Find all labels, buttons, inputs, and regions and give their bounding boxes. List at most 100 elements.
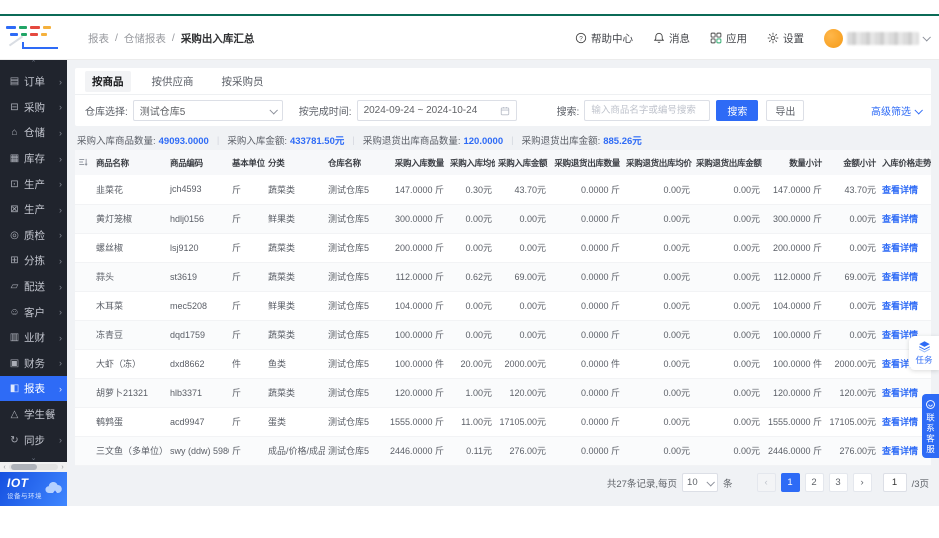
cell-return-out-amount: 0.00元 <box>693 378 763 407</box>
sidebar-item-student-meal[interactable]: △学生餐 <box>0 402 67 427</box>
page-button-1[interactable]: 1 <box>781 473 800 492</box>
cell-category: 鲜果类 <box>265 291 325 320</box>
sidebar-item-production[interactable]: ⊡生产› <box>0 172 67 197</box>
sidebar-item-sync[interactable]: ↻同步› <box>0 428 67 453</box>
app-logo[interactable] <box>0 16 80 60</box>
sidebar-item-purchase[interactable]: ⊟采购› <box>0 95 67 120</box>
cell-category: 成品/价格/成品 <box>265 436 325 465</box>
cell-purchase-in-qty: 100.0000 件 <box>383 349 447 378</box>
page-button-2[interactable]: 2 <box>805 473 824 492</box>
cell-amount-subtotal: 43.70元 <box>825 175 879 204</box>
sidebar-scroll-down-icon[interactable]: ⌄ <box>0 455 67 462</box>
sidebar-item-storage[interactable]: ⌂仓储› <box>0 120 67 145</box>
col-header-row-icon[interactable] <box>75 150 93 175</box>
page-jump-input[interactable] <box>883 473 907 492</box>
per-page-select[interactable]: 10 <box>682 473 718 492</box>
sidebar-item-delivery[interactable]: ▱配送› <box>0 274 67 299</box>
page-button-3[interactable]: 3 <box>829 473 848 492</box>
cell-return-out-avg-price: 0.00元 <box>623 378 693 407</box>
finance-icon: ▣ <box>9 358 20 369</box>
help-center-button[interactable]: ? 帮助中心 <box>575 31 633 46</box>
sync-icon: ↻ <box>9 435 20 446</box>
horizontal-scrollbar[interactable]: ‹ › <box>0 462 67 472</box>
warehouse-select[interactable]: 测试仓库5 <box>133 100 283 121</box>
cell-warehouse-name: 测试仓库5 <box>325 204 383 233</box>
cell-return-out-avg-price: 0.00元 <box>623 407 693 436</box>
cell-purchase-in-avg-price: 0.11元 <box>447 436 495 465</box>
breadcrumb-item[interactable]: 仓储报表 <box>124 31 166 46</box>
logo-dash <box>30 26 40 29</box>
sidebar-item-biz-finance[interactable]: ▥业财› <box>0 325 67 350</box>
date-range-value: 2024-09-24 ~ 2024-10-24 <box>364 105 478 116</box>
chevron-right-icon: › <box>59 256 62 266</box>
next-page-button[interactable]: › <box>853 473 872 492</box>
view-details-link[interactable]: 查看详情 <box>882 214 918 224</box>
view-details-link[interactable]: 查看详情 <box>882 417 918 427</box>
cell-return-out-amount: 0.00元 <box>693 233 763 262</box>
summary-item: 采购退货出库商品数量:120.0000 <box>363 133 503 147</box>
tab-by-purchaser[interactable]: 按采购员 <box>215 71 271 92</box>
cell-price-trend: 查看详情 <box>879 204 931 233</box>
cell-purchase-in-amount: 2000.00元 <box>495 349 549 378</box>
app-window: { "colors": { "accent": "#2e6bf6", "topl… <box>0 0 939 538</box>
cell-purchase-in-amount: 276.00元 <box>495 436 549 465</box>
cell-product-code: hdlj0156 <box>167 204 229 233</box>
advanced-filter-toggle[interactable]: 高级筛选 <box>871 103 921 118</box>
sidebar-scroll-up-icon[interactable]: ⌃ <box>0 60 67 67</box>
cell-return-out-amount: 0.00元 <box>693 291 763 320</box>
scrollbar-thumb[interactable] <box>11 464 37 470</box>
cell-base-unit: 斤 <box>229 291 265 320</box>
cell-base-unit: 斤 <box>229 378 265 407</box>
scrollbar-track[interactable] <box>9 464 58 470</box>
cell-return-out-avg-price: 0.00元 <box>623 175 693 204</box>
prev-page-button[interactable]: ‹ <box>757 473 776 492</box>
sidebar-item-inventory[interactable]: ▦库存› <box>0 146 67 171</box>
cell-warehouse-name: 测试仓库5 <box>325 349 383 378</box>
search-input[interactable] <box>584 100 710 121</box>
sidebar-item-customer[interactable]: ☺客户› <box>0 300 67 325</box>
cell-purchase-in-amount: 0.00元 <box>495 204 549 233</box>
table-header-row: 商品名称商品编码基本单位分类仓库名称采购入库数量采购入库均价采购入库金额采购退货… <box>75 150 931 175</box>
table-row: 胡萝卜21321hlb3371斤蔬菜类测试仓库5120.0000 斤1.00元1… <box>75 378 931 407</box>
cell-return-out-avg-price: 0.00元 <box>623 262 693 291</box>
view-details-link[interactable]: 查看详情 <box>882 185 918 195</box>
settings-button[interactable]: 设置 <box>767 31 804 46</box>
sidebar-item-finance[interactable]: ▣财务› <box>0 351 67 376</box>
col-header-purchase-in-avg-price: 采购入库均价 <box>447 150 495 175</box>
col-header-warehouse-name: 仓库名称 <box>325 150 383 175</box>
sidebar-item-reports[interactable]: ◧报表› <box>0 376 67 401</box>
cell-product-code: hlb3371 <box>167 378 229 407</box>
iot-banner[interactable]: IOT 设备与环境 <box>0 472 67 506</box>
user-menu[interactable] <box>824 29 929 48</box>
sidebar-item-production-2[interactable]: ⊠生产› <box>0 197 67 222</box>
scroll-right-icon[interactable]: › <box>58 464 67 471</box>
sidebar-item-quality[interactable]: ◎质检› <box>0 223 67 248</box>
reports-icon: ◧ <box>9 383 20 394</box>
contact-service-widget[interactable]: 联系客服 <box>922 394 939 458</box>
search-button[interactable]: 搜索 <box>716 100 758 121</box>
logo-line <box>22 47 58 49</box>
apps-button[interactable]: 应用 <box>710 31 747 46</box>
cell-return-out-qty: 0.0000 斤 <box>549 320 623 349</box>
tab-by-product[interactable]: 按商品 <box>85 71 131 92</box>
sidebar-item-orders[interactable]: ▤订单› <box>0 69 67 94</box>
messages-button[interactable]: 消息 <box>653 31 690 46</box>
row-icon-cell <box>75 349 93 378</box>
view-details-link[interactable]: 查看详情 <box>882 388 918 398</box>
tab-by-supplier[interactable]: 按供应商 <box>145 71 201 92</box>
view-details-link[interactable]: 查看详情 <box>882 243 918 253</box>
sidebar-item-sorting[interactable]: ⊞分拣› <box>0 248 67 273</box>
task-widget[interactable]: 任务 <box>909 336 939 370</box>
filter-card: 按商品按供应商按采购员 仓库选择: 测试仓库5 按完成时间: 2024-09-2… <box>75 68 931 126</box>
sidebar-item-label: 学生餐 <box>24 407 56 422</box>
view-details-link[interactable]: 查看详情 <box>882 272 918 282</box>
breadcrumb-item[interactable]: 报表 <box>88 31 109 46</box>
view-details-link[interactable]: 查看详情 <box>882 446 918 456</box>
date-range-picker[interactable]: 2024-09-24 ~ 2024-10-24 <box>357 100 517 121</box>
export-button[interactable]: 导出 <box>766 100 804 121</box>
row-icon-cell <box>75 378 93 407</box>
view-details-link[interactable]: 查看详情 <box>882 301 918 311</box>
cell-warehouse-name: 测试仓库5 <box>325 291 383 320</box>
scroll-left-icon[interactable]: ‹ <box>0 464 9 471</box>
date-range-label: 按完成时间: <box>299 103 352 118</box>
